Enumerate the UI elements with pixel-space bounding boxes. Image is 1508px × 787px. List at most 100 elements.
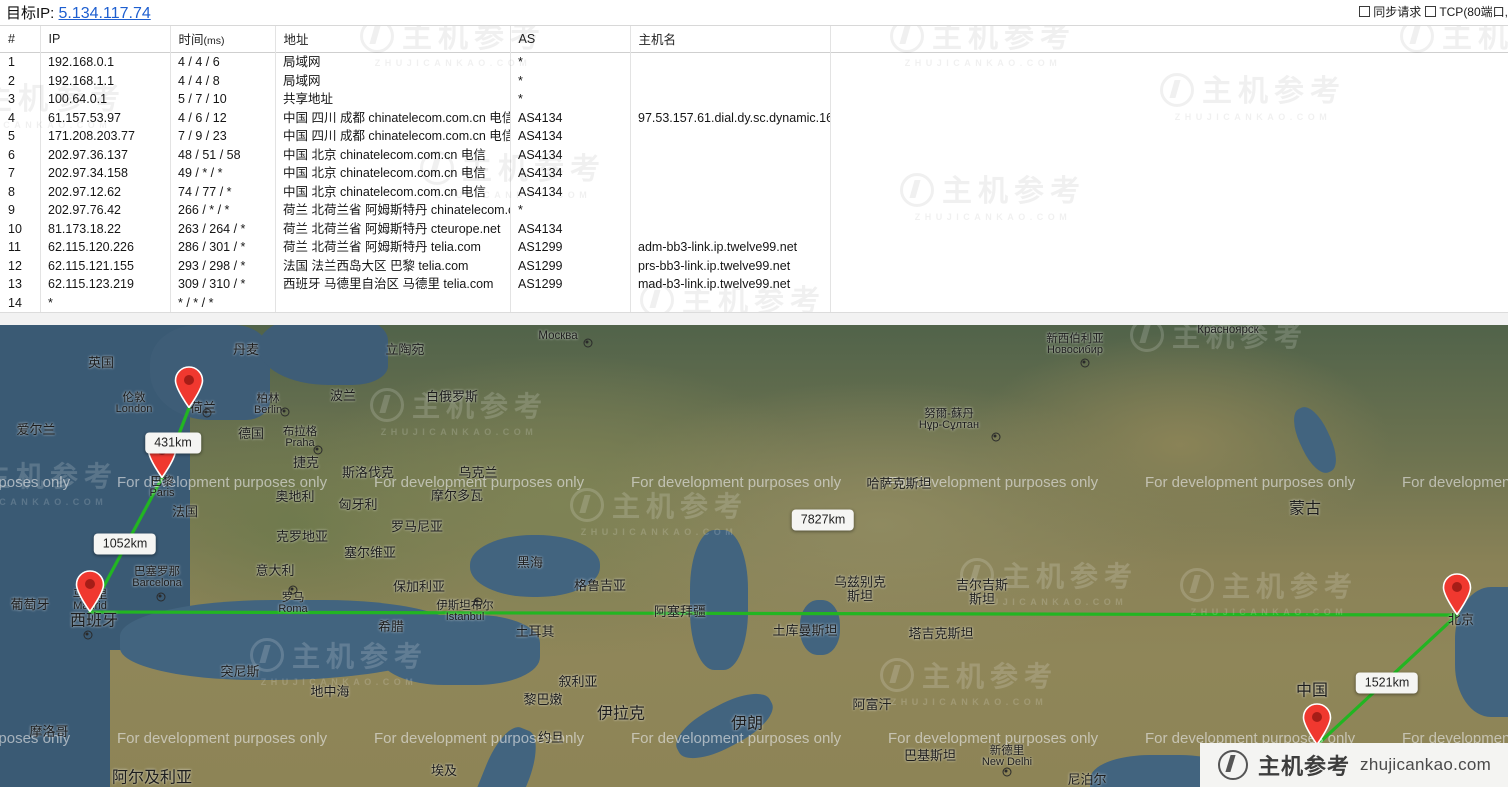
col-header-index[interactable]: # bbox=[0, 26, 41, 53]
cell-time: 293 / 298 / * bbox=[178, 258, 246, 273]
cell-time: 48 / 51 / 58 bbox=[178, 147, 241, 162]
target-ip-label: 目标IP: bbox=[6, 5, 55, 22]
table-row[interactable]: 14 * * / * / * bbox=[0, 294, 1508, 313]
cell-idx: 1 bbox=[8, 55, 15, 69]
checkbox-icon[interactable] bbox=[1359, 6, 1371, 17]
cell-time: 74 / 77 / * bbox=[178, 184, 232, 199]
cell-spacer bbox=[830, 275, 1508, 294]
cell-ip: 62.115.121.155 bbox=[48, 258, 134, 273]
cell-idx: 9 bbox=[8, 203, 15, 217]
table-row[interactable]: 12 62.115.121.155 293 / 298 / * 法国 法兰西岛大区 巴… bbox=[0, 257, 1508, 276]
cell-time: 7 / 9 / 23 bbox=[178, 129, 227, 143]
distance-label[interactable]: 1052km bbox=[93, 533, 157, 555]
sync-request-label: 同步请求 bbox=[1373, 5, 1422, 19]
cell-as bbox=[510, 294, 630, 313]
cell-as: AS4134 bbox=[518, 147, 563, 162]
cell-as: * bbox=[518, 92, 523, 106]
table-row[interactable]: 9 202.97.76.42 266 / * / * 荷兰 北荷兰省 阿姆斯特丹 ch… bbox=[0, 201, 1508, 220]
distance-label[interactable]: 1521km bbox=[1355, 672, 1419, 694]
route-polyline bbox=[88, 406, 1459, 747]
cell-ip: 202.97.34.158 bbox=[48, 166, 128, 180]
cell-time: * / * / * bbox=[178, 295, 214, 310]
cell-host: 97.53.157.61.dial.dy.sc.dynamic.16… bbox=[638, 110, 830, 125]
cell-addr: 荷兰 北荷兰省 阿姆斯特丹 chinatelecom.c… bbox=[283, 203, 510, 217]
cell-time: 4 / 4 / 6 bbox=[178, 55, 220, 69]
cell-host bbox=[630, 201, 830, 220]
cell-time: 4 / 6 / 12 bbox=[178, 110, 227, 125]
cell-spacer bbox=[830, 183, 1508, 202]
cell-spacer bbox=[830, 146, 1508, 165]
beijing-marker[interactable] bbox=[1442, 573, 1472, 615]
table-row[interactable]: 13 62.115.123.219 309 / 310 / * 西班牙 马德里自治区 … bbox=[0, 275, 1508, 294]
table-row[interactable]: 2 192.168.1.1 4 / 4 / 8 局域网 * bbox=[0, 72, 1508, 91]
cell-as: AS4134 bbox=[518, 129, 563, 143]
table-header: # IP 时间(ms) 地址 AS 主机名 bbox=[0, 26, 1508, 53]
col-header-ip[interactable]: IP bbox=[40, 26, 171, 53]
col-header-hostname[interactable]: 主机名 bbox=[630, 26, 831, 53]
cell-host bbox=[630, 53, 830, 72]
tcp-port-label: TCP(80端口, bbox=[1439, 5, 1508, 19]
table-row[interactable]: 5 171.208.203.77 7 / 9 / 23 中国 四川 成都 chinat… bbox=[0, 127, 1508, 146]
cell-time: 266 / * / * bbox=[178, 203, 230, 217]
cell-ip: 192.168.1.1 bbox=[48, 73, 115, 88]
cell-time: 4 / 4 / 8 bbox=[178, 73, 220, 88]
distance-label[interactable]: 7827km bbox=[791, 509, 855, 531]
cell-ip: 171.208.203.77 bbox=[48, 129, 135, 143]
cell-host bbox=[630, 183, 830, 202]
site-logo-plate: 主机参考 zhujicankao.com bbox=[1200, 743, 1508, 787]
table-header-row: # IP 时间(ms) 地址 AS 主机名 bbox=[0, 26, 1508, 53]
cell-addr: 中国 北京 chinatelecom.com.cn 电信 bbox=[283, 147, 486, 162]
cell-addr: 共享地址 bbox=[283, 92, 334, 106]
cell-addr: 法国 法兰西岛大区 巴黎 telia.com bbox=[283, 258, 469, 273]
route-map[interactable]: For development purposes onlyFor develop… bbox=[0, 325, 1508, 787]
traceroute-table-region[interactable]: # IP 时间(ms) 地址 AS 主机名 1 192.168.0.1 4 / 4 … bbox=[0, 25, 1508, 313]
top-right-controls: 同步请求 TCP(80端口, bbox=[1359, 3, 1508, 20]
cell-as: AS1299 bbox=[518, 258, 563, 273]
cell-as: AS4134 bbox=[518, 184, 563, 199]
table-row[interactable]: 8 202.97.12.62 74 / 77 / * 中国 北京 chinatelec… bbox=[0, 183, 1508, 202]
cell-as: AS1299 bbox=[518, 277, 563, 291]
table-body[interactable]: 1 192.168.0.1 4 / 4 / 6 局域网 * 2 192.168.1.1 4 /… bbox=[0, 53, 1508, 314]
cell-ip: 81.173.18.22 bbox=[48, 221, 121, 236]
target-ip-link[interactable]: 5.134.117.74 bbox=[59, 5, 151, 22]
cell-idx: 5 bbox=[8, 129, 15, 143]
tcp-port-checkbox[interactable]: TCP(80端口, bbox=[1425, 3, 1508, 20]
table-row[interactable]: 7 202.97.34.158 49 / * / * 中国 北京 chinatelec… bbox=[0, 164, 1508, 183]
cell-idx: 12 bbox=[8, 258, 22, 273]
amsterdam-marker[interactable] bbox=[174, 366, 204, 408]
cell-idx: 14 bbox=[8, 295, 22, 310]
cell-idx: 10 bbox=[8, 221, 22, 236]
col-header-address[interactable]: 地址 bbox=[275, 26, 511, 53]
madrid-marker[interactable] bbox=[75, 570, 105, 612]
cell-spacer bbox=[830, 294, 1508, 313]
cell-addr bbox=[275, 294, 510, 313]
table-row[interactable]: 3 100.64.0.1 5 / 7 / 10 共享地址 * bbox=[0, 90, 1508, 109]
traceroute-table[interactable]: # IP 时间(ms) 地址 AS 主机名 1 192.168.0.1 4 / 4 … bbox=[0, 26, 1508, 313]
cell-idx: 6 bbox=[8, 147, 15, 162]
cell-spacer bbox=[830, 257, 1508, 276]
cell-idx: 13 bbox=[8, 277, 22, 291]
checkbox-icon[interactable] bbox=[1425, 6, 1437, 17]
table-row[interactable]: 4 61.157.53.97 4 / 6 / 12 中国 四川 成都 chinatel… bbox=[0, 109, 1508, 128]
cell-ip: 192.168.0.1 bbox=[48, 55, 115, 69]
table-row[interactable]: 10 81.173.18.22 263 / 264 / * 荷兰 北荷兰省 阿姆斯特丹… bbox=[0, 220, 1508, 239]
col-header-as[interactable]: AS bbox=[510, 26, 631, 53]
cell-addr: 中国 四川 成都 chinatelecom.com.cn 电信 bbox=[283, 129, 510, 143]
cell-spacer bbox=[830, 164, 1508, 183]
panel-divider bbox=[0, 312, 1508, 326]
cell-host bbox=[630, 146, 830, 165]
table-row[interactable]: 11 62.115.120.226 286 / 301 / * 荷兰 北荷兰省 阿姆斯… bbox=[0, 238, 1508, 257]
distance-label[interactable]: 431km bbox=[145, 432, 201, 454]
site-logo-domain: zhujicankao.com bbox=[1360, 755, 1492, 774]
col-header-time[interactable]: 时间(ms) bbox=[170, 26, 276, 53]
cell-host bbox=[630, 90, 830, 109]
sync-request-checkbox[interactable]: 同步请求 bbox=[1359, 3, 1421, 20]
cell-idx: 7 bbox=[8, 166, 15, 180]
table-row[interactable]: 1 192.168.0.1 4 / 4 / 6 局域网 * bbox=[0, 53, 1508, 72]
cell-time: 263 / 264 / * bbox=[178, 221, 246, 236]
chengdu-marker[interactable] bbox=[1302, 703, 1332, 745]
table-row[interactable]: 6 202.97.36.137 48 / 51 / 58 中国 北京 chinatel… bbox=[0, 146, 1508, 165]
cell-as: AS1299 bbox=[518, 240, 563, 254]
col-header-time-text: 时间 bbox=[178, 33, 204, 47]
cell-time: 49 / * / * bbox=[178, 166, 223, 180]
